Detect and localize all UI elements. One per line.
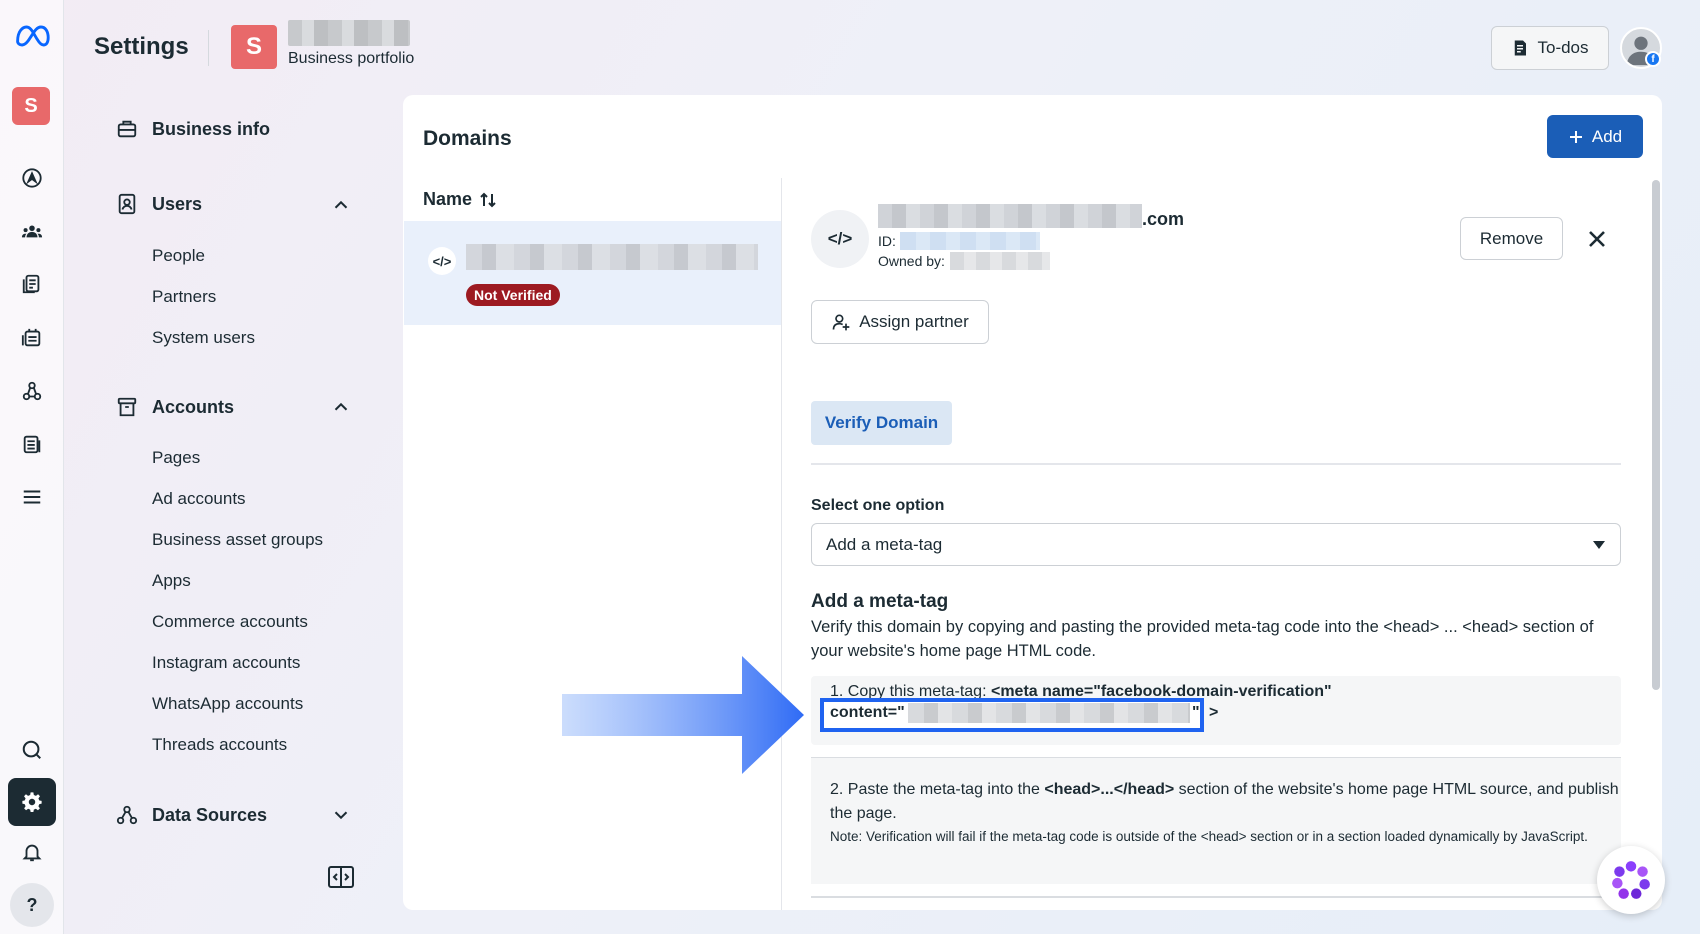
todos-label: To-dos	[1537, 38, 1589, 57]
compass-icon[interactable]	[12, 158, 52, 198]
sidebar-item-commerce-accounts[interactable]: Commerce accounts	[152, 612, 308, 632]
sidebar-item-label: Data Sources	[152, 804, 268, 825]
plus-icon	[1569, 130, 1582, 143]
sidebar-item-instagram-accounts[interactable]: Instagram accounts	[152, 653, 300, 673]
name-column-header[interactable]: Name	[423, 189, 498, 210]
status-badge: Not Verified	[466, 284, 560, 306]
ad-calendar-icon[interactable]	[12, 318, 52, 358]
domain-list-row[interactable]	[404, 221, 781, 325]
document-list-icon[interactable]	[12, 264, 52, 304]
step-2-prefix: 2. Paste the meta-tag into the	[830, 781, 1045, 798]
owned-by-label: Owned by:	[878, 253, 945, 269]
portfolio-subtitle: Business portfolio	[288, 50, 415, 67]
sidebar-item-threads-accounts[interactable]: Threads accounts	[152, 735, 287, 755]
caret-down-icon	[1593, 541, 1605, 549]
search-icon[interactable]	[12, 730, 52, 770]
assign-partner-button[interactable]: Assign partner	[811, 300, 989, 344]
menu-icon[interactable]	[12, 477, 52, 517]
domain-tld: .com	[1142, 209, 1185, 229]
facebook-badge-icon: f	[1645, 51, 1661, 67]
remove-button[interactable]: Remove	[1460, 217, 1563, 260]
scrollbar-thumb[interactable]	[1652, 180, 1660, 690]
sidebar-item-pages[interactable]: Pages	[152, 448, 200, 468]
meta-tag-content[interactable]: content="	[830, 704, 905, 722]
domain-id-redacted	[900, 232, 1040, 250]
code-icon: </>	[428, 247, 456, 275]
sidebar-item-people[interactable]: People	[152, 246, 205, 266]
close-icon[interactable]	[1583, 225, 1611, 253]
sidebar-item-system-users[interactable]: System users	[152, 328, 255, 348]
sort-icon	[480, 192, 496, 207]
head-code: <head>...</head>	[1044, 781, 1175, 798]
assign-partner-label: Assign partner	[859, 312, 969, 331]
sidebar-item-label: Users	[152, 193, 203, 214]
select-value: Add a meta-tag	[826, 534, 943, 554]
settings-gear-icon[interactable]	[8, 778, 56, 826]
verification-method-select[interactable]: Add a meta-tag	[811, 523, 1621, 566]
portfolio-name-redacted	[288, 20, 410, 46]
briefcase-icon	[117, 120, 137, 138]
step-2-note: Note: Verification will fail if the meta…	[830, 829, 1588, 844]
tab-verify-domain[interactable]: Verify Domain	[811, 401, 952, 445]
step-2-text: 2. Paste the meta-tag into the <head>...…	[830, 778, 1620, 826]
user-badge-icon	[118, 193, 136, 215]
sidebar-item-label: Accounts	[152, 396, 235, 417]
sidebar-item-data-sources[interactable]: Data Sources	[116, 804, 267, 826]
chevron-up-icon[interactable]	[330, 396, 352, 418]
people-group-icon[interactable]	[12, 211, 52, 251]
chevron-up-icon[interactable]	[330, 194, 352, 216]
account-avatar[interactable]: S	[12, 87, 50, 125]
sidebar-item-business-info[interactable]: Business info	[116, 118, 270, 140]
tag-close: >	[1209, 704, 1219, 721]
add-domain-button[interactable]: Add	[1547, 115, 1643, 158]
sidebar-item-apps[interactable]: Apps	[152, 571, 191, 591]
todo-list-icon	[1515, 40, 1527, 56]
sidebar-item-accounts[interactable]: Accounts	[116, 396, 234, 418]
domain-id-label: ID:	[878, 233, 896, 249]
meta-tag-heading: Add a meta-tag	[811, 591, 949, 612]
sidebar-item-users[interactable]: Users	[116, 193, 202, 215]
help-icon[interactable]: ?	[10, 883, 54, 927]
sidebar-item-whatsapp-accounts[interactable]: WhatsApp accounts	[152, 694, 303, 714]
sidebar-item-business-asset-groups[interactable]: Business asset groups	[152, 530, 323, 550]
chevron-down-icon[interactable]	[330, 804, 352, 826]
domain-name-redacted	[878, 204, 1142, 228]
code-icon: </>	[811, 210, 869, 268]
sidebar-item-label: Business info	[152, 118, 271, 139]
add-person-icon	[832, 314, 850, 331]
list-detail-divider	[781, 178, 782, 910]
name-column-label: Name	[423, 189, 473, 209]
collapse-sidebar-icon[interactable]	[328, 866, 354, 888]
meta-tag-description: Verify this domain by copying and pastin…	[811, 618, 1594, 660]
section-divider	[811, 463, 1621, 465]
page-title: Settings	[94, 33, 189, 60]
notifications-bell-icon[interactable]	[12, 832, 52, 872]
verification-code-redacted	[908, 703, 1190, 723]
header-divider	[208, 30, 209, 66]
pointer-arrow-icon	[562, 656, 804, 774]
data-sources-icon	[116, 805, 138, 825]
domain-name-redacted	[466, 244, 758, 270]
assistant-bubble-icon[interactable]	[1597, 846, 1665, 914]
add-label: Add	[1591, 126, 1623, 146]
content-close-quote: "	[1192, 704, 1200, 721]
select-option-label: Select one option	[811, 497, 945, 514]
billing-stack-icon[interactable]	[12, 424, 52, 464]
domains-title: Domains	[423, 127, 512, 150]
owner-redacted	[950, 252, 1050, 270]
sidebar-item-partners[interactable]: Partners	[152, 287, 216, 307]
step-divider	[811, 896, 1621, 898]
todos-button[interactable]: To-dos	[1491, 26, 1609, 70]
portfolio-avatar[interactable]: S	[231, 25, 277, 69]
sidebar-item-ad-accounts[interactable]: Ad accounts	[152, 489, 246, 509]
integrations-icon[interactable]	[12, 371, 52, 411]
archive-box-icon	[117, 397, 137, 417]
icon-rail: S ?	[0, 0, 64, 934]
meta-logo-icon[interactable]	[12, 16, 52, 56]
